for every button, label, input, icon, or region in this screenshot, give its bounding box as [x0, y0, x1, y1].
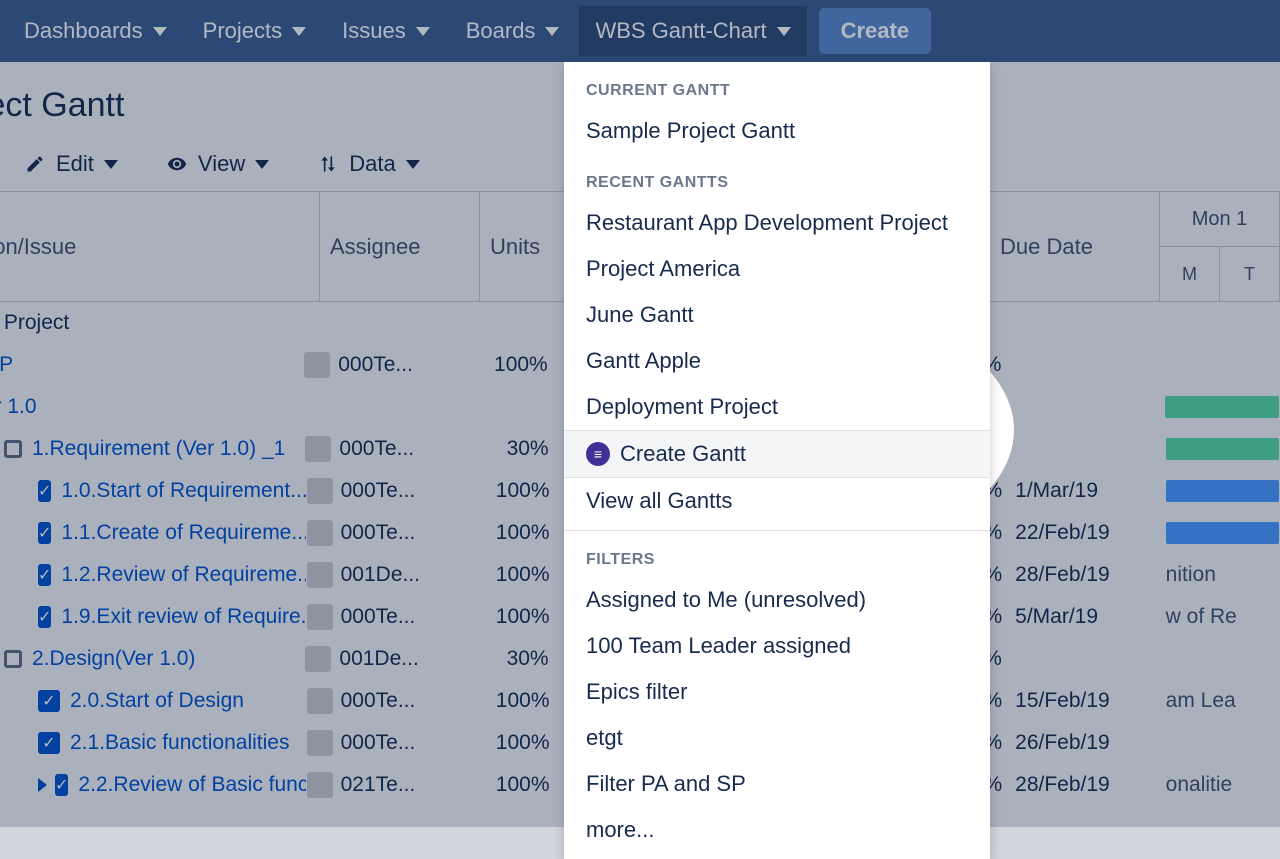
dd-view-all-gantts[interactable]: View all Gantts — [564, 478, 990, 524]
dd-recent-item[interactable]: Gantt Apple — [564, 338, 990, 384]
dd-recent-item[interactable]: Restaurant App Development Project — [564, 200, 990, 246]
dd-filter-item[interactable]: 100 Team Leader assigned — [564, 623, 990, 669]
create-gantt-icon: ≡ — [586, 442, 610, 466]
dd-filter-more[interactable]: more... — [564, 807, 990, 853]
dd-section-filters: FILTERS — [564, 531, 990, 577]
dd-section-recent: RECENT GANTTS — [564, 154, 990, 200]
dd-recent-item[interactable]: Deployment Project — [564, 384, 990, 430]
dd-create-gantt[interactable]: ≡ Create Gantt — [564, 430, 990, 478]
dd-filter-item[interactable]: Epics filter — [564, 669, 990, 715]
wbs-dropdown-menu: CURRENT GANTT Sample Project Gantt RECEN… — [564, 62, 990, 859]
dd-recent-item[interactable]: Project America — [564, 246, 990, 292]
dd-recent-item[interactable]: June Gantt — [564, 292, 990, 338]
dd-filter-item[interactable]: Assigned to Me (unresolved) — [564, 577, 990, 623]
dd-section-current: CURRENT GANTT — [564, 62, 990, 108]
dd-filter-item[interactable]: Filter PA and SP — [564, 761, 990, 807]
dd-filter-item[interactable]: etgt — [564, 715, 990, 761]
dd-current-gantt[interactable]: Sample Project Gantt — [564, 108, 990, 154]
